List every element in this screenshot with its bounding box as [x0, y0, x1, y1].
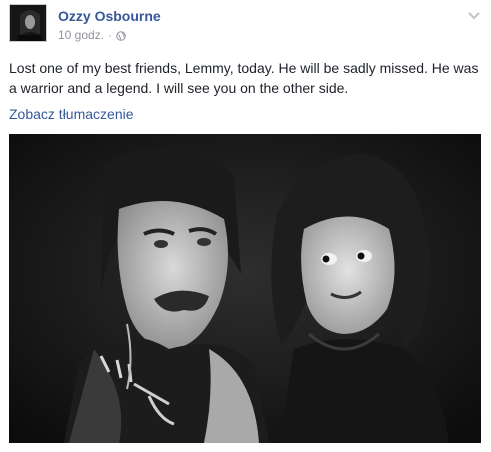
post-timestamp[interactable]: 10 godz. [58, 28, 104, 42]
see-translation-link[interactable]: Zobacz tłumaczenie [9, 106, 134, 122]
globe-icon[interactable] [116, 30, 126, 41]
post-text: Lost one of my best friends, Lemmy, toda… [9, 60, 479, 96]
photo-image [9, 134, 481, 443]
post-photo[interactable] [9, 134, 481, 443]
avatar[interactable] [9, 4, 47, 42]
meta-separator: · [108, 28, 113, 42]
facebook-post: Ozzy Osbourne 10 godz. · Lost one of my … [0, 0, 491, 452]
post-meta: 10 godz. · [58, 28, 126, 42]
post-author-name[interactable]: Ozzy Osbourne [58, 8, 161, 24]
chevron-down-icon[interactable] [467, 8, 481, 20]
avatar-image [10, 5, 46, 41]
